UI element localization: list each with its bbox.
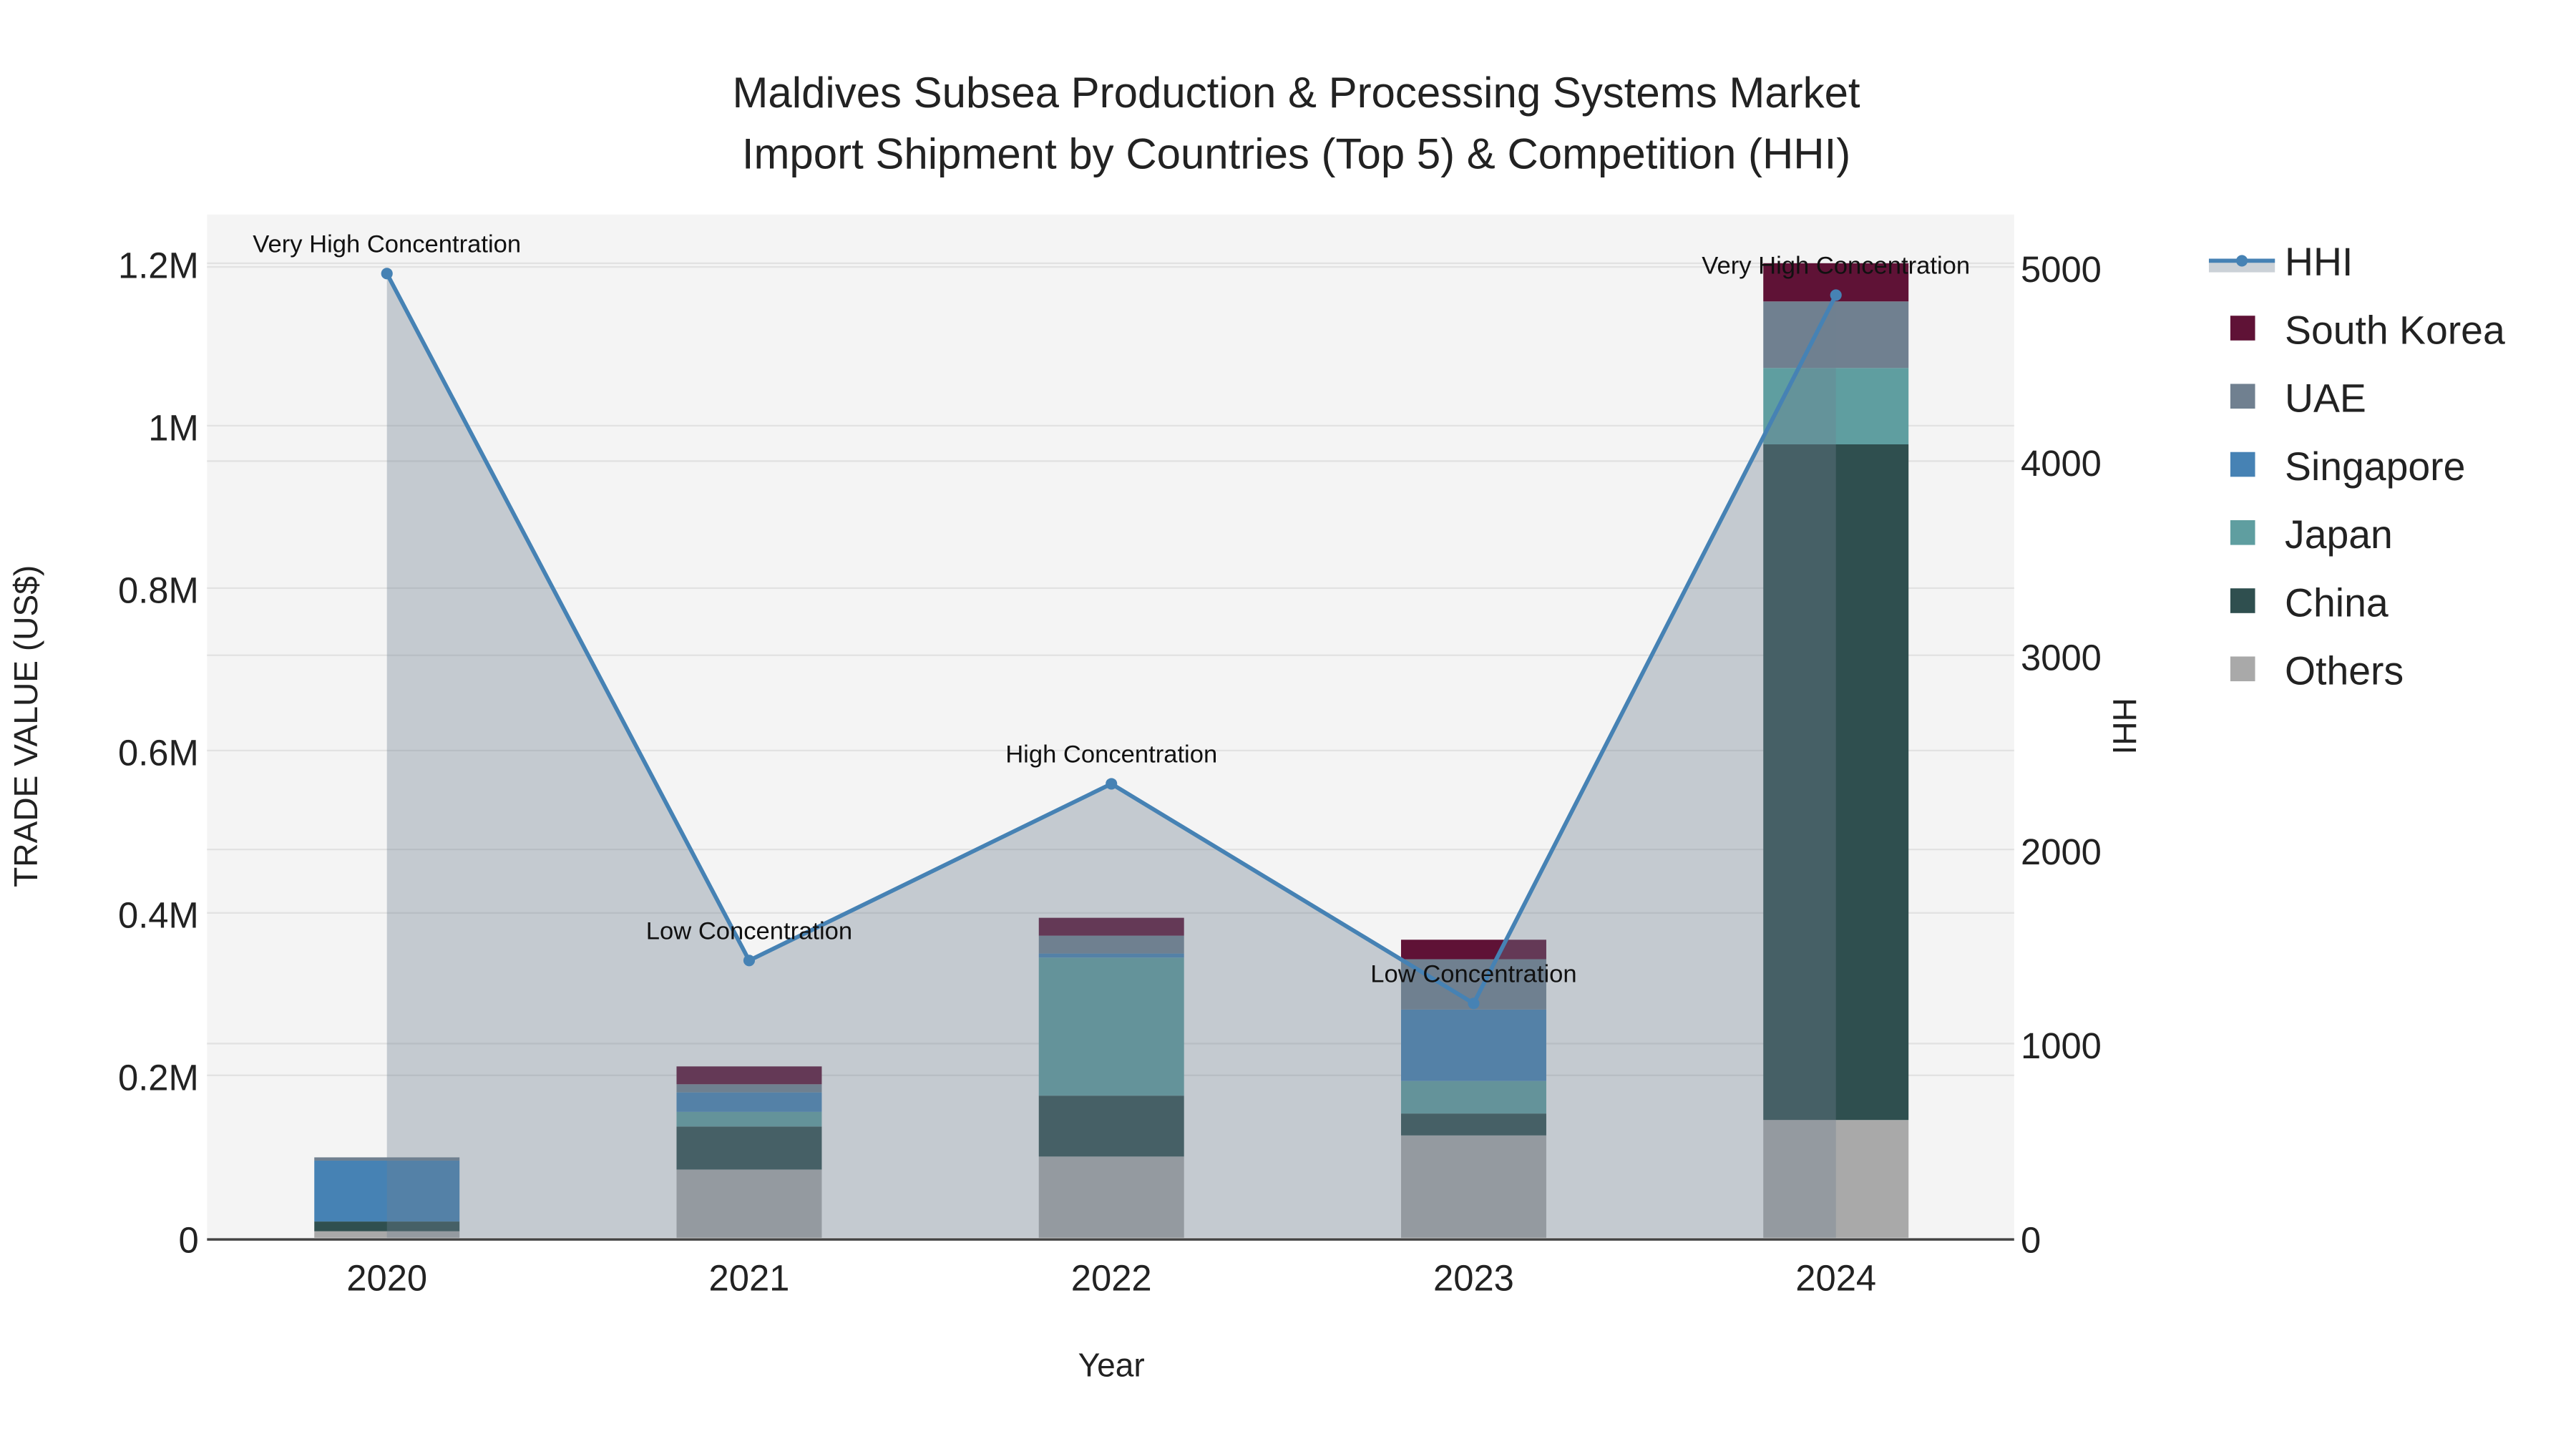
y2-tick-label: 2000 (2021, 831, 2102, 872)
legend: HHI South Korea UAE Singapore Japan China Othe… (2208, 240, 2505, 693)
y2-tick-label: 4000 (2021, 443, 2102, 484)
x-tick-label: 2021 (709, 1258, 790, 1299)
x-tick-label: 2023 (1433, 1258, 1514, 1299)
legend-swatch (2230, 656, 2255, 682)
legend-item-singapore[interactable]: Singapore (2230, 444, 2465, 489)
y-tick-label: 0.4M (118, 895, 199, 936)
annotation-2022: High Concentration (1005, 741, 1217, 768)
hhi-point-2020 (381, 268, 393, 280)
legend-swatch (2230, 384, 2255, 409)
x-tick-label: 2022 (1071, 1258, 1152, 1299)
legend-item-south-korea[interactable]: South Korea (2230, 308, 2505, 352)
annotation-2024: Very High Concentration (1702, 252, 1970, 279)
legend-swatch (2230, 452, 2255, 477)
legend-label: Others (2285, 649, 2404, 693)
y2-axis-label: HHI (2106, 698, 2143, 754)
legend-label: UAE (2285, 376, 2366, 421)
legend-label: South Korea (2285, 308, 2505, 352)
y-tick-label: 0.8M (118, 570, 199, 611)
annotation-2021: Low Concentration (646, 917, 852, 945)
y2-tick-label: 1000 (2021, 1025, 2102, 1066)
y2-tick-label: 3000 (2021, 638, 2102, 678)
legend-swatch (2230, 316, 2255, 341)
legend-item-japan[interactable]: Japan (2230, 512, 2393, 557)
y-tick-label: 1.2M (118, 245, 199, 286)
y-tick-label: 1M (148, 408, 198, 449)
y2-tick-label: 5000 (2021, 249, 2102, 290)
legend-label: Singapore (2285, 444, 2465, 489)
x-tick-label: 2024 (1795, 1258, 1876, 1299)
legend-marker (2236, 255, 2248, 267)
hhi-point-2023 (1468, 997, 1480, 1010)
legend-label: HHI (2285, 240, 2353, 284)
y-axis-label: TRADE VALUE (US$) (7, 565, 44, 887)
legend-swatch (2230, 588, 2255, 613)
y-tick-label: 0.6M (118, 733, 199, 774)
legend-item-uae[interactable]: UAE (2230, 376, 2366, 421)
annotation-2020: Very High Concentration (253, 230, 521, 258)
hhi-point-2021 (743, 955, 756, 967)
x-tick-label: 2020 (346, 1258, 427, 1299)
legend-item-hhi[interactable]: HHI (2208, 240, 2353, 284)
chart-title-line2: Import Shipment by Countries (Top 5) & C… (742, 130, 1850, 177)
chart-title-line1: Maldives Subsea Production & Processing … (732, 69, 1860, 117)
legend-label: Japan (2285, 512, 2393, 557)
legend-item-others[interactable]: Others (2230, 649, 2404, 693)
y-tick-label: 0.2M (118, 1058, 199, 1098)
hhi-point-2024 (1830, 289, 1842, 301)
x-axis-label: Year (1078, 1347, 1145, 1384)
hhi-point-2022 (1106, 778, 1118, 790)
y-tick-label: 0 (179, 1220, 199, 1261)
legend-swatch (2230, 519, 2255, 545)
legend-item-china[interactable]: China (2230, 580, 2389, 625)
legend-label: China (2285, 580, 2389, 625)
annotation-2023: Low Concentration (1370, 960, 1576, 987)
chart: Maldives Subsea Production & Processing … (7, 69, 2505, 1384)
y2-tick-label: 0 (2021, 1220, 2041, 1261)
